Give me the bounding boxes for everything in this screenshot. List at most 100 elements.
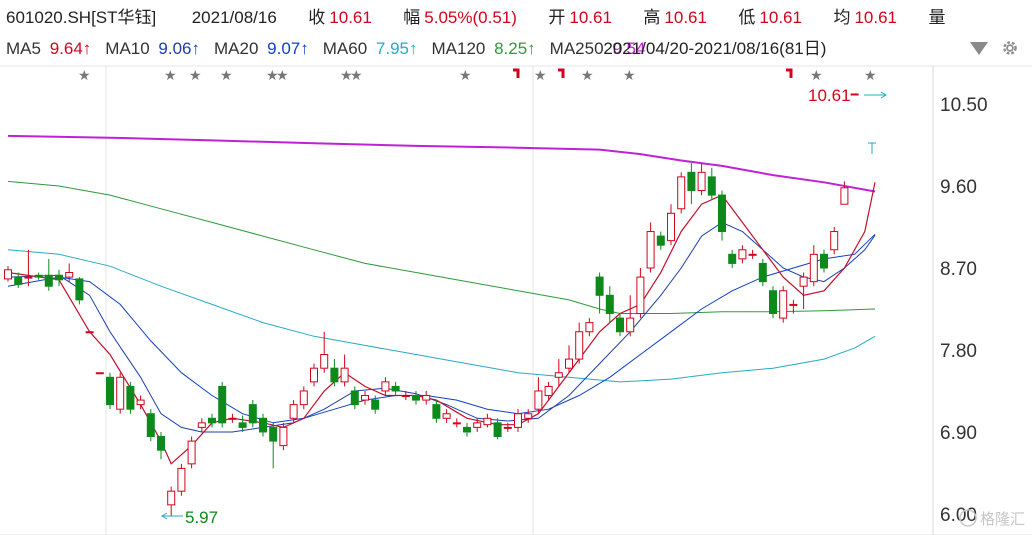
kline-chart: 10.509.608.707.806.906.00 ★ ★ ★ ★ ★★ ★★ ★ ★ ★ ★ ★ ★… — [0, 65, 1032, 535]
candle-body — [595, 276, 604, 296]
close-label: 收 — [308, 8, 326, 27]
candle-body — [585, 322, 594, 333]
candle-body — [412, 395, 420, 401]
candle-body — [473, 422, 482, 428]
star-marker: ★ — [581, 67, 594, 83]
ma-legend-value: 9.07↑ — [267, 39, 309, 58]
y-tick-label: 10.50 — [940, 95, 988, 116]
candle-body — [177, 467, 186, 492]
candle-body — [65, 272, 74, 278]
candle-body — [14, 276, 23, 285]
y-tick-label: 7.80 — [940, 341, 977, 362]
star-marker: ★ — [623, 67, 636, 83]
candle-body — [34, 274, 43, 278]
star-marker: ★ — [534, 67, 547, 83]
candle-body — [320, 354, 329, 369]
chart-header: 601020.SH[ST华钰] 2021/08/16 收 10.61 幅 5.05%… — [0, 0, 1032, 66]
flag-marker — [786, 68, 793, 78]
candle-body — [259, 417, 267, 433]
ma-legend-name: MA20 — [214, 39, 264, 58]
candle-body — [728, 253, 737, 264]
star-marker: ★ — [810, 67, 823, 83]
ma-legend-name: MA10 — [105, 39, 155, 58]
candle-body — [24, 276, 33, 279]
candle-body — [626, 317, 635, 333]
star-marker: ★ — [220, 67, 233, 83]
candle-body — [146, 413, 155, 438]
candle-body — [361, 395, 369, 401]
y-tick-label: 6.90 — [940, 423, 977, 444]
ma-legend-value: 8.25↑ — [494, 39, 536, 58]
ma-legend-value: 7.95↑ — [375, 39, 418, 58]
candle-body — [401, 395, 410, 398]
ma-legend-name: MA60 — [322, 39, 372, 58]
candle-body — [269, 426, 278, 442]
candle-body — [493, 422, 502, 438]
change-label: 幅 — [403, 8, 421, 27]
candle-body — [310, 367, 318, 383]
chart-grid — [0, 65, 1032, 535]
candle-body — [116, 376, 125, 410]
candle-body — [442, 413, 451, 419]
candle-body — [789, 303, 798, 306]
date-range: 2021/04/20-2021/08/16(81日) — [603, 39, 827, 58]
candle-body — [738, 249, 747, 260]
candle-body — [289, 404, 298, 419]
candle-body — [4, 269, 12, 280]
candle-body — [534, 390, 543, 410]
quote-date: 2021/08/16 — [191, 8, 277, 27]
candle-body — [248, 404, 257, 424]
low-label: 低 — [738, 8, 756, 27]
candle-body — [769, 290, 777, 315]
candle-body — [157, 436, 165, 451]
candle-body — [85, 331, 94, 334]
candle-body — [136, 399, 145, 406]
candle-body — [228, 417, 237, 420]
gear-icon[interactable] — [1001, 39, 1019, 57]
candle-body — [330, 367, 339, 383]
candle-body — [55, 274, 63, 281]
y-axis: 10.50 9.60 8.70 7.80 6.90 6.00 — [940, 95, 988, 526]
candle-body — [830, 231, 839, 251]
min-price-label: 5.97 — [185, 508, 218, 527]
close-value: 10.61 — [329, 8, 372, 27]
candle-body — [514, 413, 522, 428]
ma-legend-name: MA5 — [6, 39, 46, 58]
change-value: 5.05%(0.51) — [424, 8, 517, 27]
ma120-line — [7, 180, 876, 314]
star-marker: ★ — [164, 67, 177, 83]
candle-body — [371, 399, 380, 410]
ma250-line — [7, 134, 876, 193]
triangle-down-icon[interactable] — [970, 42, 988, 55]
ma-legend: MA5 9.64↑ MA10 9.06↑ MA20 9.07↑ MA60 7.95↑ M… — [6, 36, 830, 62]
candle-body — [687, 171, 696, 192]
y-tick-label: 8.70 — [940, 259, 977, 280]
candle-body — [422, 395, 431, 401]
candle-body — [95, 372, 104, 375]
candle-body — [697, 171, 706, 192]
candle-body — [809, 253, 818, 283]
candle-body — [605, 294, 614, 315]
candle-body — [44, 274, 53, 287]
watermark-text: 格隆汇 — [980, 511, 1025, 528]
open-label: 开 — [548, 8, 566, 27]
candle-body — [218, 385, 227, 424]
moving-average-lines — [7, 134, 876, 465]
star-marker: ★ — [864, 67, 877, 83]
max-price-label: 10.61 — [808, 86, 851, 105]
high-value: 10.61 — [664, 8, 707, 27]
candle-body — [167, 490, 176, 506]
ma-legend-name: MA250 — [549, 39, 609, 58]
candle-body — [350, 390, 359, 406]
candle-body — [779, 290, 788, 319]
candle-body — [238, 422, 247, 428]
candle-body — [544, 385, 553, 397]
candlesticks — [4, 93, 859, 517]
quote-summary: 601020.SH[ST华钰] 2021/08/16 收 10.61 幅 5.05%… — [6, 5, 949, 31]
candle-body — [187, 440, 196, 465]
candle-body — [279, 426, 288, 447]
volume-label: 量 — [928, 8, 946, 27]
flag-marker — [513, 68, 520, 78]
flag-marker — [558, 68, 565, 78]
open-value: 10.61 — [569, 8, 612, 27]
